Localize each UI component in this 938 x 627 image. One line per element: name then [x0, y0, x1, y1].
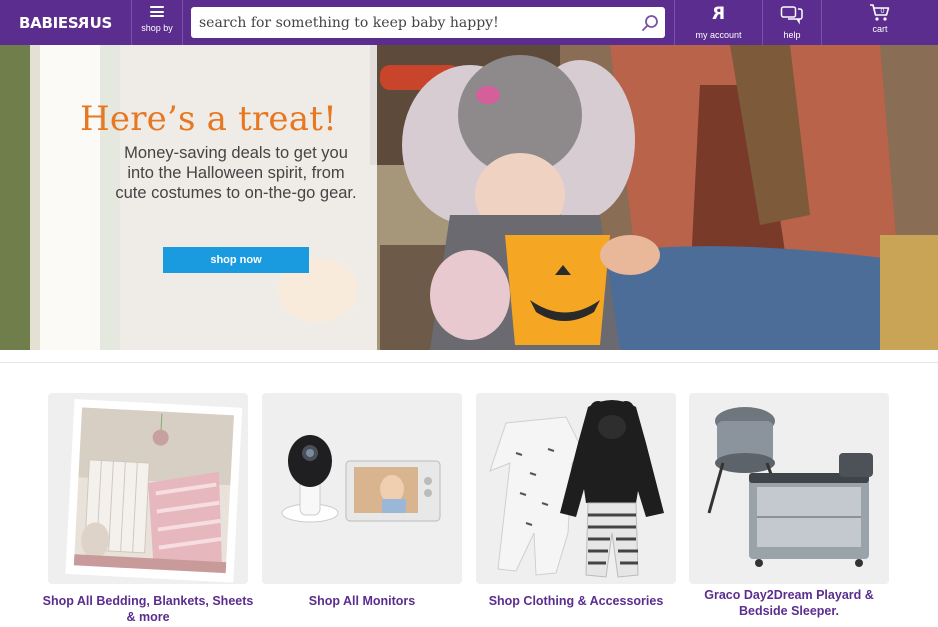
category-card-monitors[interactable] — [262, 393, 462, 584]
shop-now-button[interactable]: shop now — [163, 247, 309, 273]
my-account-label: my account — [695, 30, 742, 40]
account-r-icon: R — [711, 4, 726, 24]
shop-by-label: shop by — [141, 23, 173, 33]
playard-image — [689, 393, 889, 584]
babies-r-us-logo[interactable]: BABIES R US — [0, 0, 131, 45]
baby-monitor-image — [262, 393, 462, 584]
category-card-playard[interactable] — [689, 393, 889, 584]
magnifier-icon — [642, 14, 658, 31]
cart-count: 0 — [881, 8, 885, 15]
logo-text: BABIES — [19, 13, 79, 32]
category-label-monitors[interactable]: Shop All Monitors — [252, 593, 472, 609]
search-bar — [191, 7, 665, 38]
shop-by-menu-button[interactable]: shop by — [131, 0, 183, 45]
category-label-bedding[interactable]: Shop All Bedding, Blankets, Sheets & mor… — [38, 593, 258, 625]
hero-banner: Here’s a treat! Money-saving deals to ge… — [0, 45, 938, 350]
my-account-button[interactable]: R my account — [674, 0, 762, 45]
chat-bubbles-icon — [780, 6, 803, 25]
logo-r: R — [78, 13, 90, 32]
category-label-clothing[interactable]: Shop Clothing & Accessories — [466, 593, 686, 609]
top-navigation-bar: BABIESRUS shop by R my account help — [0, 0, 938, 45]
nursery-crib-image — [65, 399, 243, 583]
hero-title: Here’s a treat! — [80, 99, 337, 139]
category-label-playard[interactable]: Graco Day2Dream Playard & Bedside Sleepe… — [679, 587, 899, 619]
category-card-bedding[interactable] — [48, 393, 248, 584]
hero-description: Money-saving deals to get you into the H… — [115, 144, 357, 202]
cart-label: cart — [872, 24, 888, 34]
logo-us: US — [89, 13, 113, 32]
search-input[interactable] — [191, 7, 635, 38]
hamburger-icon — [150, 6, 164, 17]
cart-icon: 0 — [870, 4, 890, 21]
help-label: help — [783, 30, 801, 40]
cart-button[interactable]: 0 cart — [821, 0, 938, 45]
search-button[interactable] — [635, 7, 665, 38]
help-button[interactable]: help — [762, 0, 821, 45]
section-divider — [0, 350, 938, 363]
category-card-clothing[interactable] — [476, 393, 676, 584]
baby-clothing-image — [476, 393, 676, 584]
